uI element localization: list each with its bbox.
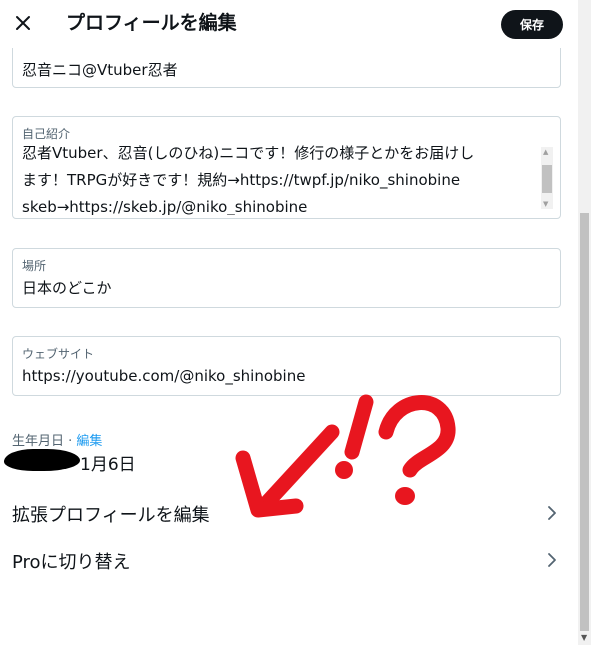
close-button[interactable] [8, 8, 38, 38]
location-field[interactable]: 場所 日本のどこか [12, 248, 561, 308]
page-scroll-thumb[interactable] [580, 213, 589, 631]
redaction-blot [4, 449, 80, 471]
switch-to-pro-row[interactable]: Proに切り替え [0, 538, 578, 582]
chevron-right-icon [548, 553, 556, 567]
location-input[interactable]: 日本のどこか [22, 277, 112, 298]
bio-label: 自己紹介 [22, 127, 71, 141]
website-field[interactable]: ウェブサイト https://youtube.com/@niko_shinobi… [12, 336, 561, 396]
name-input[interactable]: 忍音ニコ@Vtuber忍者 [22, 59, 178, 80]
scroll-down-icon[interactable]: ▼ [581, 634, 587, 642]
exclamation-stroke [344, 394, 374, 460]
birthday-label-text: 生年月日 [12, 434, 65, 449]
birthday-label: 生年月日 · 編集 [12, 430, 102, 449]
location-label: 場所 [22, 259, 47, 273]
save-button[interactable]: 保存 [501, 10, 563, 39]
bio-scrollbar[interactable]: ▲ ▼ [541, 147, 553, 209]
edit-extended-profile-label: 拡張プロフィールを編集 [12, 505, 210, 526]
close-icon [16, 16, 30, 30]
bio-line: ます！TRPGが好きです！規約→https://twpf.jp/niko_shi… [22, 171, 461, 189]
page-title: プロフィールを編集 [66, 12, 237, 34]
scroll-down-icon[interactable]: ▼ [543, 200, 548, 208]
bio-scroll-thumb[interactable] [542, 165, 552, 193]
switch-to-pro-label: Proに切り替え [12, 552, 131, 573]
modal-header: プロフィールを編集 保存 [0, 0, 578, 48]
bio-textarea[interactable]: 忍者Vtuber、忍音(しのひね)ニコです！修行の様子とかをお届けし ます！TR… [22, 143, 530, 215]
website-input[interactable]: https://youtube.com/@niko_shinobine [22, 367, 305, 385]
birthday-separator: · [64, 434, 77, 449]
edit-extended-profile-row[interactable]: 拡張プロフィールを編集 [0, 491, 578, 535]
exclamation-dot [335, 461, 353, 479]
chevron-right-icon [548, 506, 556, 520]
birthday-edit-link[interactable]: 編集 [76, 434, 102, 449]
website-label: ウェブサイト [22, 347, 95, 361]
bio-field[interactable]: 自己紹介 忍者Vtuber、忍音(しのひね)ニコです！修行の様子とかをお届けし … [12, 116, 561, 219]
bio-line: 忍者Vtuber、忍音(しのひね)ニコです！修行の様子とかをお届けし [22, 144, 475, 162]
bio-line: skeb→https://skeb.jp/@niko_shinobine [22, 198, 308, 215]
question-mark-stroke [378, 395, 456, 478]
scroll-up-icon[interactable]: ▲ [543, 148, 548, 156]
birthday-visible-date: 1月6日 [80, 455, 136, 475]
page-scrollbar[interactable]: ▼ [578, 0, 591, 645]
